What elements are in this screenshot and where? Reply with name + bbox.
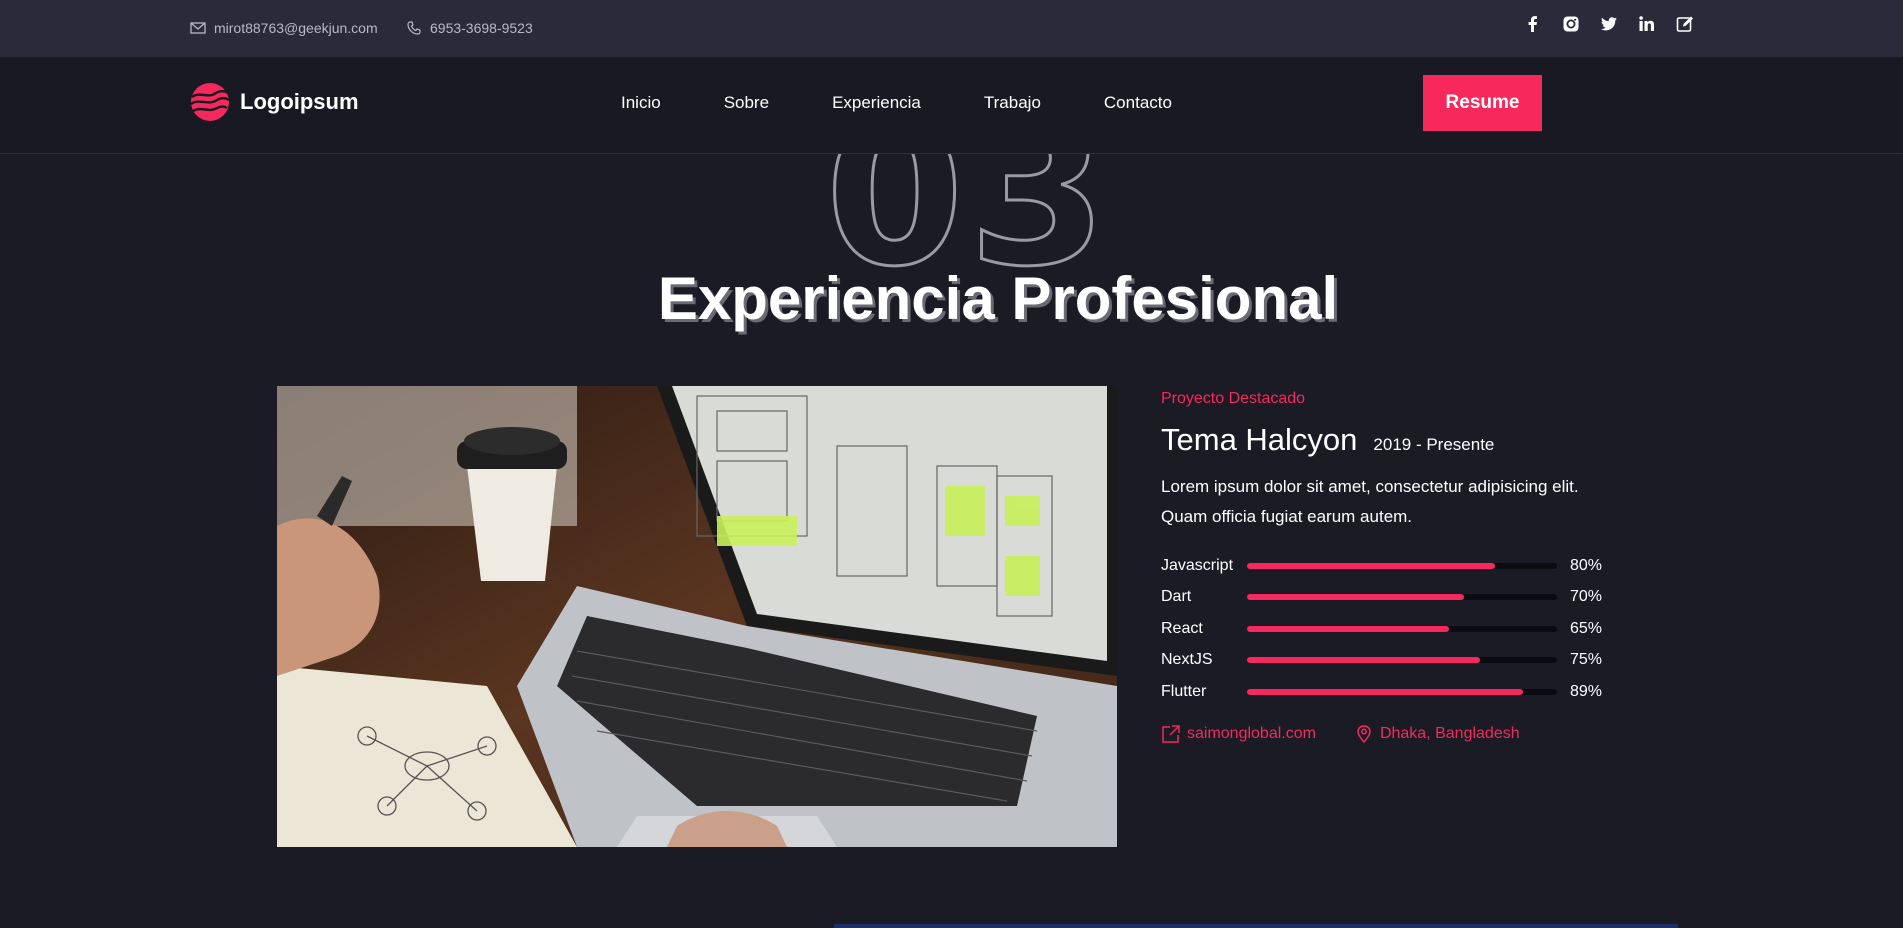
instagram-icon[interactable] — [1561, 14, 1581, 34]
skill-progress-fill — [1247, 625, 1449, 632]
nav-menu: Inicio Sobre Experiencia Trabajo Contact… — [621, 93, 1172, 113]
phone-icon — [407, 21, 421, 35]
nav-item-trabajo[interactable]: Trabajo — [984, 93, 1041, 113]
location-pin-icon — [1357, 724, 1371, 743]
nav-item-sobre[interactable]: Sobre — [724, 93, 769, 113]
location-text: Dhaka, Bangladesh — [1379, 724, 1520, 742]
skill-percent: 70% — [1570, 588, 1603, 606]
top-contact-bar: mirot88763@geekjun.com 6953-3698-9523 — [0, 0, 1903, 57]
skill-name: NextJS — [1161, 651, 1213, 669]
skill-percent: 89% — [1570, 682, 1603, 700]
skill-progress-fill — [1247, 657, 1480, 664]
skill-percent: 80% — [1570, 556, 1603, 574]
phone-text: 6953-3698-9523 — [430, 20, 533, 36]
skill-row: Dart 70% — [1161, 582, 1611, 614]
project-period: 2019 - Presente — [1373, 435, 1495, 454]
next-section-edge — [834, 924, 1678, 928]
website-text: saimonglobal.com — [1187, 724, 1316, 742]
section-title: Experiencia Profesional — [657, 265, 1339, 332]
skill-progress-fill — [1247, 688, 1523, 695]
resume-button[interactable]: Resume — [1423, 75, 1542, 131]
skill-name: Flutter — [1161, 682, 1207, 700]
external-link-icon — [1162, 724, 1180, 743]
email-text: mirot88763@geekjun.com — [214, 20, 378, 36]
project-description: Lorem ipsum dolor sit amet, consectetur … — [1161, 477, 1579, 526]
logo[interactable]: Logoipsum — [190, 82, 359, 122]
mail-icon — [190, 22, 206, 34]
nav-item-inicio[interactable]: Inicio — [621, 93, 661, 113]
facebook-icon[interactable] — [1523, 14, 1543, 34]
skill-row: Javascript 80% — [1161, 550, 1611, 582]
skill-row: NextJS 75% — [1161, 645, 1611, 677]
skill-progress-fill — [1247, 594, 1464, 601]
skill-percent: 75% — [1570, 651, 1603, 669]
website-link[interactable]: saimonglobal.com — [1161, 724, 1316, 744]
skill-name: Dart — [1161, 588, 1192, 606]
logo-icon — [190, 83, 230, 121]
project-title-row: Tema Halcyon 2019 - Presente — [1161, 422, 1611, 458]
skill-row: Flutter 89% — [1161, 676, 1611, 708]
nav-item-contacto[interactable]: Contacto — [1104, 93, 1172, 113]
location-link[interactable]: Dhaka, Bangladesh — [1354, 724, 1520, 744]
twitter-icon[interactable] — [1599, 14, 1619, 34]
project-details: Proyecto Destacado Tema Halcyon 2019 - P… — [1161, 390, 1611, 744]
skill-progress-bar — [1247, 688, 1557, 695]
skill-progress-bar — [1247, 657, 1557, 664]
nav-item-experiencia[interactable]: Experiencia — [832, 93, 921, 113]
skill-progress-fill — [1247, 562, 1495, 569]
main-navbar: Logoipsum Inicio Sobre Experiencia Traba… — [0, 57, 1903, 154]
skill-progress-bar — [1247, 594, 1557, 601]
edit-icon[interactable] — [1675, 14, 1695, 34]
skill-progress-bar — [1247, 625, 1557, 632]
skill-row: React 65% — [1161, 613, 1611, 645]
skill-name: React — [1161, 619, 1203, 637]
project-eyebrow: Proyecto Destacado — [1161, 390, 1306, 407]
linkedin-icon[interactable] — [1637, 14, 1657, 34]
phone-contact[interactable]: 6953-3698-9523 — [406, 20, 533, 36]
social-links — [1523, 14, 1695, 34]
project-name: Tema Halcyon — [1161, 422, 1358, 457]
skills-list: Javascript 80% Dart 70% React 65% NextJS… — [1161, 550, 1611, 708]
project-links: saimonglobal.com Dhaka, Bangladesh — [1161, 724, 1611, 744]
logo-text: Logoipsum — [240, 89, 359, 114]
skill-progress-bar — [1247, 562, 1557, 569]
skill-percent: 65% — [1570, 619, 1603, 637]
skill-name: Javascript — [1161, 556, 1234, 574]
email-contact[interactable]: mirot88763@geekjun.com — [190, 20, 378, 36]
project-image — [277, 386, 1117, 847]
